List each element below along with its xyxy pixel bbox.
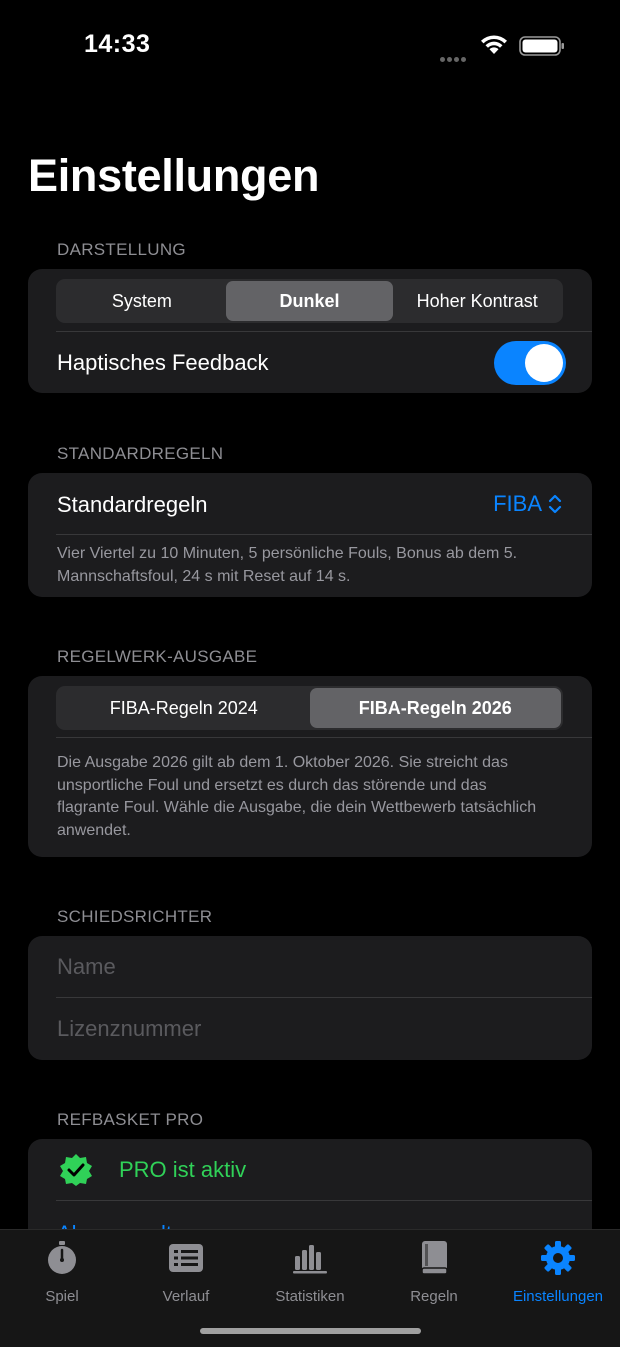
standardregeln-footnote: Vier Viertel zu 10 Minuten, 5 persönlich… [57,545,518,585]
status-bar: 14:33 [0,0,620,90]
standardregeln-picker[interactable]: FIBA [493,491,562,517]
tab-verlauf[interactable]: Verlauf [124,1240,248,1305]
toggle-knob [525,344,563,382]
haptic-feedback-toggle[interactable] [494,341,566,385]
chart-icon [293,1245,327,1274]
tab-label: Spiel [45,1288,79,1305]
regelwerk-card: FIBA-Regeln 2024 FIBA-Regeln 2026 Die Au… [28,676,592,857]
divider [56,1200,592,1201]
tab-label: Statistiken [275,1288,345,1305]
divider [56,534,592,535]
stopwatch-icon [48,1241,76,1274]
wifi-icon [481,35,507,54]
list-icon [169,1244,203,1272]
segment-system[interactable]: System [58,281,226,321]
appearance-segmented-control[interactable]: System Dunkel Hoher Kontrast [56,279,563,323]
section-header-regelwerk: REGELWERK-AUSGABE [57,647,258,666]
referee-name-input[interactable] [57,954,557,980]
haptic-feedback-label: Haptisches Feedback [57,350,269,375]
regelwerk-footnote: Die Ausgabe 2026 gilt ab dem 1. Oktober … [57,754,537,839]
divider [56,737,592,738]
license-number-input[interactable] [57,1016,557,1042]
tab-einstellungen[interactable]: Einstellungen [496,1240,620,1305]
status-time: 14:33 [84,30,151,58]
tab-spiel[interactable]: Spiel [0,1240,124,1305]
schiedsrichter-card [28,936,592,1060]
segment-fiba-2026[interactable]: FIBA-Regeln 2026 [309,688,561,728]
signal-icon [440,49,472,62]
gear-icon [541,1241,575,1275]
tab-label: Einstellungen [512,1288,604,1305]
tab-statistiken[interactable]: Statistiken [248,1240,372,1305]
tab-label: Verlauf [162,1288,210,1305]
ruleset-segmented-control[interactable]: FIBA-Regeln 2024 FIBA-Regeln 2026 [56,686,563,730]
book-icon [421,1241,448,1275]
page-title: Einstellungen [28,150,320,201]
divider [56,997,592,998]
segment-hoher-kontrast[interactable]: Hoher Kontrast [393,281,561,321]
section-header-darstellung: DARSTELLUNG [57,240,186,259]
darstellung-card: System Dunkel Hoher Kontrast Haptisches … [28,269,592,393]
standardregeln-card: Standardregeln FIBA Vier Viertel zu 10 M… [28,473,592,597]
segment-dunkel[interactable]: Dunkel [225,281,394,321]
tab-label: Regeln [410,1288,458,1305]
tab-regeln[interactable]: Regeln [372,1240,496,1305]
section-header-schiedsrichter: SCHIEDSRICHTER [57,907,213,926]
standardregeln-label: Standardregeln [57,492,208,517]
chevron-up-down-icon [548,494,562,514]
section-header-standardregeln: STANDARDREGELN [57,444,224,463]
segment-fiba-2024[interactable]: FIBA-Regeln 2024 [58,688,310,728]
verified-badge-icon [60,1154,92,1186]
divider [56,331,592,332]
battery-icon [519,36,564,56]
home-indicator [200,1328,421,1334]
pro-status-label: PRO ist aktiv [119,1157,247,1182]
section-header-pro: REFBASKET PRO [57,1110,204,1129]
standardregeln-value: FIBA [493,491,542,516]
